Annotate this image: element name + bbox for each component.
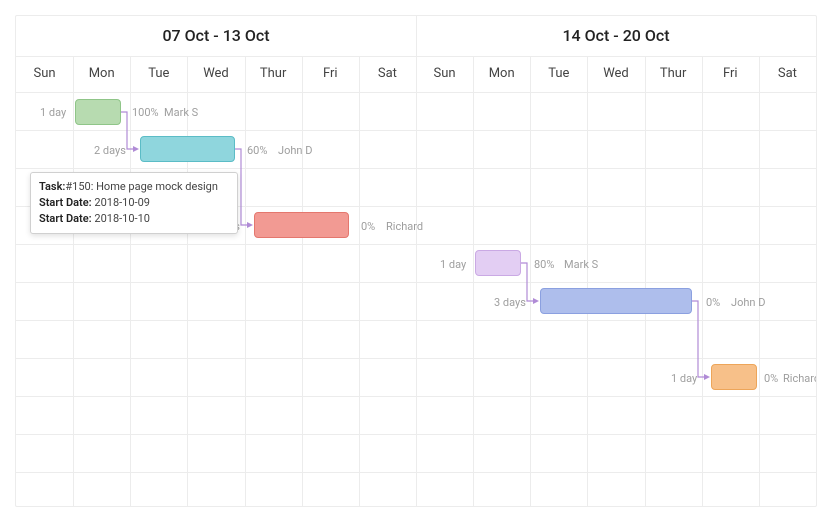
task-bar[interactable] (140, 136, 235, 162)
task-duration: 1 day (40, 106, 66, 119)
task-progress: 0% (706, 296, 720, 309)
day-sat-1: Sat (359, 56, 417, 92)
day-tue-1: Tue (130, 56, 188, 92)
task-assignee: Richard (783, 372, 817, 385)
gantt-grid: 1 day 100% Mark S 2 days 60% John D 2 da… (16, 92, 816, 506)
task-progress: 80% (534, 258, 554, 271)
task-bar[interactable] (254, 212, 349, 238)
week-header-2: 14 Oct - 20 Oct (416, 16, 816, 57)
day-sun-2: Sun (416, 56, 474, 92)
tooltip-task-label: Task: (39, 180, 65, 193)
task-duration: 2 days (94, 144, 126, 157)
task-assignee: Richard (386, 220, 423, 233)
task-bar[interactable] (75, 99, 121, 125)
task-progress: 60% (247, 144, 267, 157)
day-sat-2: Sat (759, 56, 816, 92)
day-wed-1: Wed (187, 56, 245, 92)
day-fri-2: Fri (702, 56, 760, 92)
task-duration: 3 days (494, 296, 526, 309)
task-assignee: Mark S (564, 258, 598, 271)
task-bar[interactable] (711, 364, 757, 390)
tooltip-end-label: Start Date: (39, 212, 92, 225)
week-header-1: 07 Oct - 13 Oct (16, 16, 417, 57)
task-progress: 100% (132, 106, 159, 119)
day-wed-2: Wed (587, 56, 645, 92)
day-mon-1: Mon (73, 56, 131, 92)
task-assignee: John D (278, 144, 312, 157)
task-duration: 1 day (671, 372, 697, 385)
day-fri-1: Fri (302, 56, 360, 92)
task-assignee: John D (731, 296, 765, 309)
tooltip-start-value: 2018-10-09 (94, 196, 150, 209)
day-thur-1: Thur (245, 56, 303, 92)
tooltip-end-value: 2018-10-10 (94, 212, 150, 225)
gantt-chart: 07 Oct - 13 Oct 14 Oct - 20 Oct Sun Mon … (15, 15, 817, 507)
task-assignee: Mark S (164, 106, 198, 119)
task-progress: 0% (361, 220, 375, 233)
day-tue-2: Tue (530, 56, 588, 92)
day-mon-2: Mon (473, 56, 531, 92)
day-header-row: Sun Mon Tue Wed Thur Fri Sat Sun Mon Tue… (16, 56, 816, 93)
day-thur-2: Thur (645, 56, 703, 92)
task-progress: 0% (764, 372, 778, 385)
task-bar[interactable] (475, 250, 521, 276)
tooltip-start-label: Start Date: (39, 196, 92, 209)
task-bar[interactable] (540, 288, 692, 314)
task-duration: 1 day (440, 258, 466, 271)
tooltip-task-value: #150: Home page mock design (65, 180, 218, 193)
task-tooltip: Task:#150: Home page mock design Start D… (30, 172, 238, 234)
day-sun-1: Sun (16, 56, 74, 92)
